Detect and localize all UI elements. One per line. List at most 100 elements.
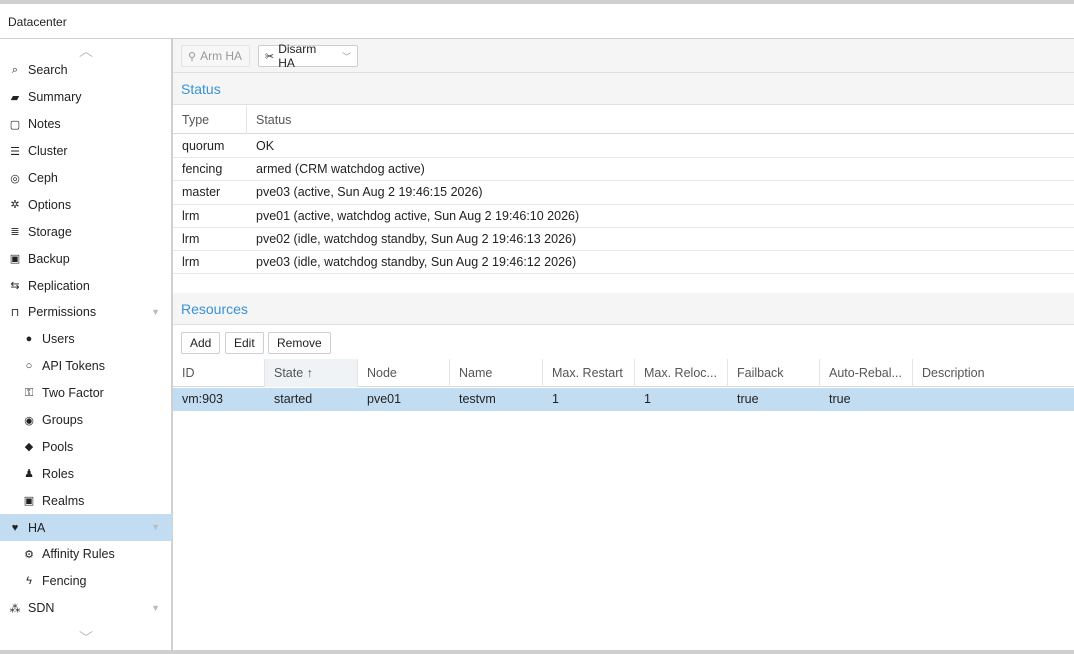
unlock-icon: ⊓	[10, 306, 20, 319]
heartbeat-icon: ♥	[11, 521, 19, 534]
resources-col-state[interactable]: State ↑	[265, 359, 358, 387]
sidebar-item-backup[interactable]: ▣ Backup	[0, 245, 172, 272]
sidebar-item-affinity-rules[interactable]: ⚙ Affinity Rules	[0, 541, 172, 568]
sidebar-item-label: Two Factor	[42, 386, 104, 401]
resource-cell-max-relocate: 1	[644, 392, 651, 407]
resource-cell-description	[913, 388, 1074, 410]
database-icon: ≣	[10, 226, 20, 239]
resources-col-auto-rebalance[interactable]: Auto-Rebal...	[820, 359, 913, 387]
resources-col-description[interactable]: Description	[913, 359, 1074, 387]
page-title: Datacenter	[8, 15, 67, 29]
sidebar-item-two-factor[interactable]: ⚿ Two Factor	[0, 380, 172, 407]
retweet-icon: ⇆	[10, 280, 20, 293]
gear-icon: ✲	[10, 199, 20, 212]
status-row[interactable]: lrm pve03 (idle, watchdog standby, Sun Au…	[173, 251, 1074, 275]
sidebar-item-label: Affinity Rules	[42, 547, 115, 562]
edit-button[interactable]: Edit	[225, 332, 264, 354]
bolt-icon: ϟ	[26, 575, 32, 588]
sidebar-item-options[interactable]: ✲ Options	[0, 191, 172, 218]
remove-button[interactable]: Remove	[268, 332, 331, 354]
sidebar-item-label: Fencing	[42, 574, 87, 589]
status-panel-title: Status	[173, 73, 1074, 105]
resources-col-name[interactable]: Name	[450, 359, 543, 387]
arm-ha-button[interactable]: ⚲ Arm HA	[181, 45, 250, 67]
note-icon: ▢	[9, 118, 21, 131]
status-row[interactable]: quorum OK	[173, 135, 1074, 159]
chevron-down-icon: ﹀	[79, 630, 93, 646]
sidebar-item-label: Notes	[28, 117, 61, 132]
title-bar: Datacenter	[0, 4, 1074, 39]
status-row[interactable]: fencing armed (CRM watchdog active)	[173, 158, 1074, 182]
sidebar-item-replication[interactable]: ⇆ Replication	[0, 272, 172, 299]
sidebar-item-groups[interactable]: ◉ Groups	[0, 407, 172, 434]
sidebar-item-ha[interactable]: ♥ HA ▼	[0, 514, 172, 542]
sidebar-item-api-tokens[interactable]: ○ API Tokens	[0, 353, 172, 380]
status-cell-type: fencing	[182, 162, 223, 177]
sidebar-item-label: Users	[42, 332, 75, 347]
sidebar-item-label: Search	[28, 63, 68, 78]
sidebar-item-pools[interactable]: ◆ Pools	[0, 433, 172, 460]
sidebar-item-fencing[interactable]: ϟ Fencing	[0, 568, 172, 595]
arm-ha-label: Arm HA	[200, 49, 243, 63]
sidebar-item-label: Roles	[42, 466, 74, 481]
add-button[interactable]: Add	[181, 332, 221, 354]
cogs-icon: ⚙	[24, 548, 34, 561]
sidebar-item-label: API Tokens	[42, 359, 106, 374]
expand-arrow-icon[interactable]: ▼	[151, 603, 160, 613]
sidebar-item-cluster[interactable]: ☰ Cluster	[0, 138, 172, 165]
resource-row[interactable]: vm:903 started pve01 testvm 1 1 true true	[173, 388, 1074, 412]
sidebar-item-users[interactable]: ● Users	[0, 326, 172, 353]
sidebar-item-label: Backup	[28, 251, 70, 266]
scroll-down-button[interactable]: ﹀	[0, 628, 172, 646]
male-icon: ♟	[24, 468, 34, 481]
sidebar-item-realms[interactable]: ▣ Realms	[0, 487, 172, 514]
status-row[interactable]: lrm pve01 (active, watchdog active, Sun A…	[173, 205, 1074, 228]
sidebar-item-roles[interactable]: ♟ Roles	[0, 460, 172, 487]
sidebar-nav: ⌕ Search ▰ Summary ▢ Notes ☰ Cluster ◎ Ceph ✲ Optio…	[0, 57, 172, 622]
status-col-status[interactable]: Status	[247, 106, 1074, 134]
sidebar-item-summary[interactable]: ▰ Summary	[0, 84, 172, 111]
resource-cell-name: testvm	[459, 392, 496, 407]
sidebar-item-label: SDN	[28, 601, 55, 616]
disarm-ha-label: Disarm HA	[278, 42, 317, 70]
expand-arrow-icon[interactable]: ▼	[151, 522, 160, 532]
resource-cell-auto-rebalance: true	[829, 392, 851, 407]
unlink-icon: ✂	[265, 50, 275, 63]
users-icon: ◉	[24, 414, 34, 427]
resources-col-max-relocate[interactable]: Max. Reloc...	[635, 359, 728, 387]
tags-icon: ◆	[24, 441, 34, 454]
expand-arrow-icon[interactable]: ▼	[151, 307, 160, 317]
resources-col-id[interactable]: ID	[173, 359, 265, 387]
status-cell-type: quorum	[182, 139, 225, 154]
sidebar-item-permissions[interactable]: ⊓ Permissions ▼	[0, 299, 172, 326]
sidebar-item-label: HA	[28, 520, 46, 535]
sidebar-item-ceph[interactable]: ◎ Ceph	[0, 165, 172, 192]
resource-cell-id: vm:903	[182, 392, 223, 407]
sidebar-item-label: Replication	[28, 278, 90, 293]
window-bottom-edge	[0, 650, 1074, 654]
status-cell-status: pve01 (active, watchdog active, Sun Aug …	[256, 208, 580, 223]
status-cell-status: pve03 (active, Sun Aug 2 19:46:15 2026)	[256, 185, 483, 200]
sidebar-item-sdn[interactable]: ⁂ SDN ▼	[0, 595, 172, 622]
sidebar-item-notes[interactable]: ▢ Notes	[0, 111, 172, 138]
resource-cell-failback: true	[737, 392, 759, 407]
resource-cell-node: pve01	[367, 392, 402, 407]
status-col-type[interactable]: Type	[173, 106, 247, 134]
sidebar-item-label: Groups	[42, 413, 83, 428]
status-cell-type: master	[182, 185, 221, 200]
resource-cell-state: started	[274, 392, 313, 407]
sidebar-item-label: Storage	[28, 224, 72, 239]
disarm-ha-button[interactable]: ✂ Disarm HA ﹀	[258, 42, 358, 70]
sidebar-item-storage[interactable]: ≣ Storage	[0, 218, 172, 245]
server-icon: ☰	[10, 145, 20, 158]
resources-toolbar: Add Edit Remove	[173, 326, 1074, 360]
sidebar-item-search[interactable]: ⌕ Search	[0, 57, 172, 84]
status-cell-status: OK	[256, 139, 275, 154]
status-row[interactable]: lrm pve02 (idle, watchdog standby, Sun Au…	[173, 228, 1074, 251]
main-panel: ⚲ Arm HA ✂ Disarm HA ﹀ Status Type Statu…	[173, 39, 1074, 650]
resources-col-node[interactable]: Node	[358, 359, 450, 387]
sidebar: ︿ ⌕ Search ▰ Summary ▢ Notes ☰ Cluster ◎ Ceph ✲ Opt…	[0, 39, 172, 650]
resources-col-max-restart[interactable]: Max. Restart	[543, 359, 635, 387]
status-row[interactable]: master pve03 (active, Sun Aug 2 19:46:15 …	[173, 181, 1074, 205]
resources-col-failback[interactable]: Failback	[728, 359, 820, 387]
